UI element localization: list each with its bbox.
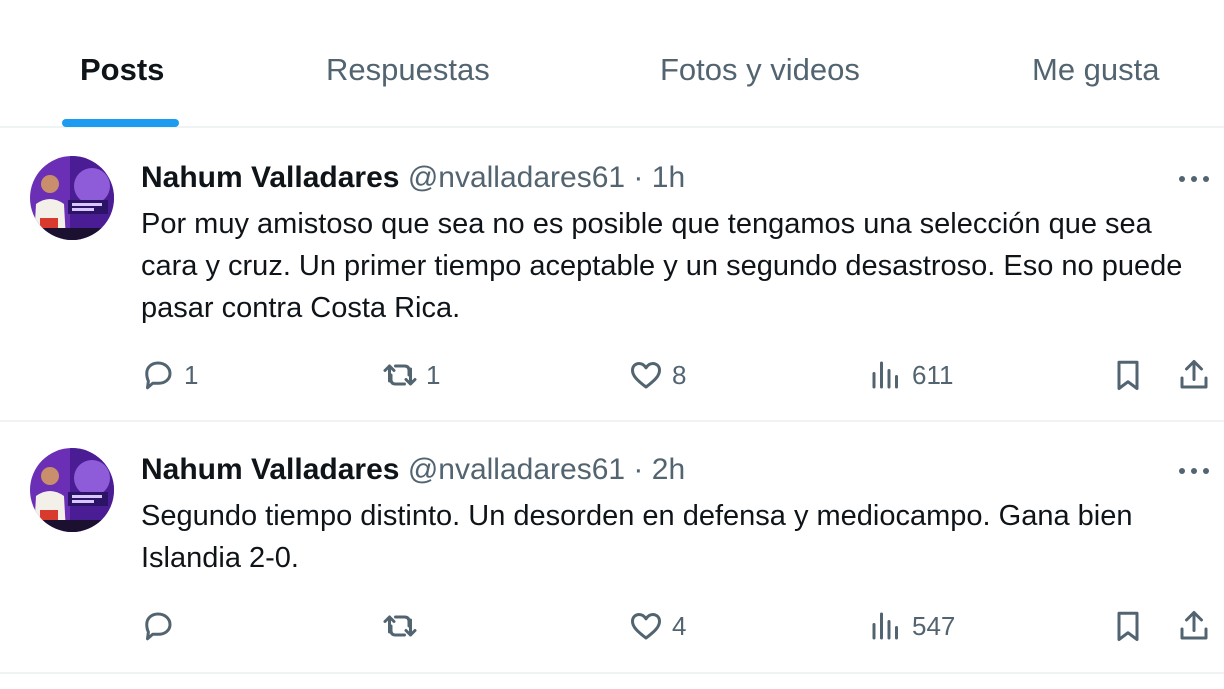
avatar[interactable]: [30, 156, 114, 240]
separator-dot: ·: [633, 161, 644, 194]
views-icon: [872, 612, 898, 640]
views-button[interactable]: 547: [868, 606, 955, 646]
active-tab-indicator: [62, 119, 179, 127]
tweet-text: Segundo tiempo distinto. Un desorden en …: [141, 500, 1133, 574]
heart-icon: [631, 361, 661, 389]
views-count: 547: [912, 610, 956, 641]
more-icon[interactable]: [1176, 461, 1212, 481]
tab-me-gusta[interactable]: Me gusta: [1032, 52, 1160, 88]
repost-icon: [383, 615, 417, 637]
bookmark-icon: [1117, 611, 1139, 641]
author-handle[interactable]: @nvalladares61: [408, 161, 625, 194]
share-button[interactable]: [1176, 355, 1212, 395]
avatar[interactable]: [30, 448, 114, 532]
share-icon: [1180, 611, 1208, 640]
bookmark-icon: [1117, 360, 1139, 390]
reply-button[interactable]: 1: [140, 355, 198, 395]
bookmark-button[interactable]: [1110, 606, 1146, 646]
share-icon: [1180, 360, 1208, 389]
reply-icon: [145, 612, 172, 641]
repost-button[interactable]: [382, 606, 426, 646]
author-name[interactable]: Nahum Valladares: [141, 161, 399, 194]
tab-respuestas[interactable]: Respuestas: [326, 52, 490, 88]
reply-count: 1: [184, 359, 199, 390]
tweet-header: Nahum Valladares @nvalladares61 · 2h: [141, 453, 685, 487]
repost-button[interactable]: 1: [382, 355, 440, 395]
heart-icon: [631, 612, 661, 640]
bookmark-button[interactable]: [1110, 355, 1146, 395]
divider: [0, 672, 1224, 674]
tab-fotos-y-videos[interactable]: Fotos y videos: [660, 52, 860, 88]
repost-count: 1: [426, 359, 441, 390]
like-count: 8: [672, 359, 687, 390]
tweet-actions: 1 1 8 611: [0, 355, 1224, 395]
tab-posts[interactable]: Posts: [80, 52, 164, 88]
tweet[interactable]: Nahum Valladares @nvalladares61 · 1h Por…: [0, 130, 1224, 420]
views-count: 611: [912, 359, 954, 390]
like-count: 4: [672, 610, 687, 641]
separator-dot: ·: [633, 453, 644, 486]
author-name[interactable]: Nahum Valladares: [141, 453, 399, 486]
reply-icon: [145, 361, 172, 390]
repost-icon: [383, 364, 417, 386]
reply-button[interactable]: [140, 606, 184, 646]
tweet-header: Nahum Valladares @nvalladares61 · 1h: [141, 161, 685, 195]
post-time[interactable]: 1h: [652, 161, 685, 194]
tweet-actions: 4 547: [0, 606, 1224, 646]
more-icon[interactable]: [1176, 169, 1212, 189]
tweet-text: Por muy amistoso que sea no es posible q…: [141, 208, 1183, 324]
like-button[interactable]: 8: [628, 355, 686, 395]
profile-tabs: Posts Respuestas Fotos y videos Me gusta: [0, 0, 1224, 128]
like-button[interactable]: 4: [628, 606, 686, 646]
author-handle[interactable]: @nvalladares61: [408, 453, 625, 486]
post-time[interactable]: 2h: [652, 453, 685, 486]
views-icon: [872, 361, 898, 389]
views-button[interactable]: 611: [868, 355, 953, 395]
tweet[interactable]: Nahum Valladares @nvalladares61 · 2h Seg…: [0, 422, 1224, 672]
share-button[interactable]: [1176, 606, 1212, 646]
